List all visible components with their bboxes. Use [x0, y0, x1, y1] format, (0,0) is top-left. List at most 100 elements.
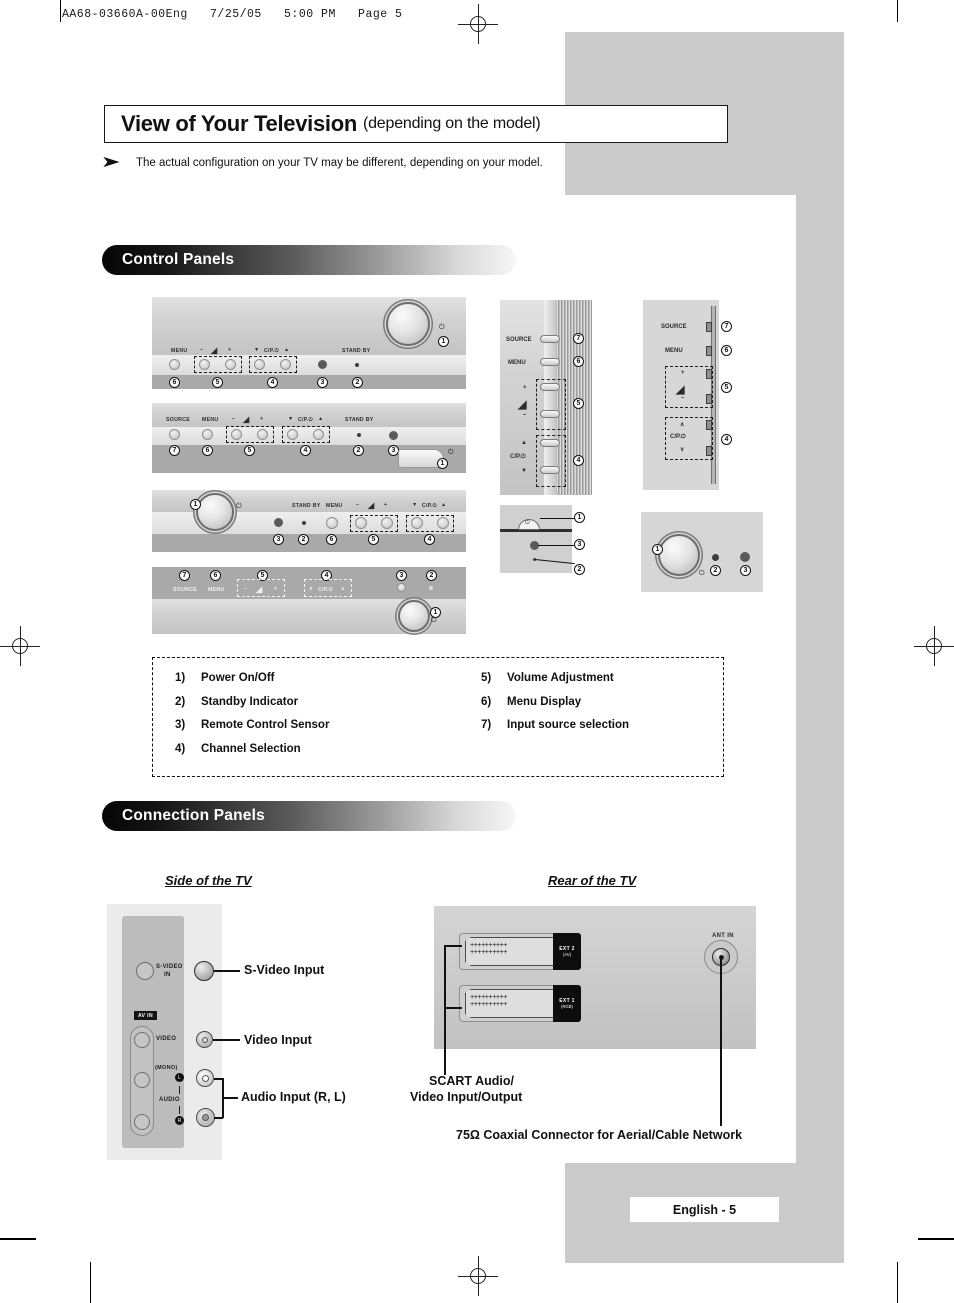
audio-input-left-connector[interactable] [196, 1069, 214, 1087]
page-number-label: English - 5 [672, 1202, 737, 1217]
registration-mark-top [458, 4, 498, 44]
channel-up-button[interactable] [437, 517, 449, 529]
volume-icon: ◢ [368, 501, 375, 510]
channel-down-button[interactable] [540, 466, 560, 474]
label-channel: C/P.⏻ [264, 348, 280, 354]
volume-up-button[interactable] [257, 429, 268, 440]
callout-1: 1 [438, 336, 449, 347]
callout-3: 3 [740, 565, 751, 576]
page-note: The actual configuration on your TV may … [136, 157, 543, 169]
legend-number: 4) [175, 742, 186, 755]
source-button[interactable] [540, 335, 560, 343]
volume-down-button[interactable] [540, 410, 560, 418]
volume-down-button[interactable] [199, 359, 210, 370]
source-button[interactable] [706, 322, 712, 332]
label-channel-up: ▲ [521, 440, 527, 446]
volume-down-button[interactable] [231, 429, 242, 440]
legend-number: 3) [175, 719, 186, 731]
registration-mark-right [914, 626, 954, 666]
leader-video [213, 1039, 240, 1041]
callout-5: 5 [368, 534, 379, 545]
label-menu: MENU [202, 417, 219, 423]
callout-6: 6 [210, 570, 221, 581]
audio-right-badge: R [175, 1116, 184, 1125]
callout-5: 5 [573, 398, 584, 409]
power-symbol-icon: ⏻ [431, 617, 437, 624]
power-knob[interactable] [398, 600, 430, 632]
control-panel-diagram-c: 1 ⏻ STAND BY MENU – ◢ + ▼ C/P.⏻ ▲ 3 2 6 … [152, 490, 466, 552]
video-jack-outline [134, 1032, 150, 1048]
label-volume-plus: + [228, 347, 232, 353]
power-knob[interactable] [658, 534, 700, 576]
power-knob[interactable] [386, 302, 430, 346]
volume-up-button[interactable] [381, 517, 393, 529]
channel-down-button[interactable] [254, 359, 265, 370]
audio-left-badge: L [175, 1073, 184, 1082]
control-panel-diagram-d: 7 6 5 4 3 2 SOURCE MENU – ◢ + ∨ C/P.⏻ ∧ … [152, 567, 466, 634]
menu-button[interactable] [169, 359, 180, 370]
channel-down-button[interactable] [287, 429, 298, 440]
channel-up-button[interactable] [280, 359, 291, 370]
channel-down-button[interactable] [706, 446, 712, 456]
ext1-tab: EXT 1 (RGB) [553, 985, 581, 1022]
legend-number: 2) [175, 695, 186, 708]
channel-down-button[interactable] [411, 517, 423, 529]
legend-label: Remote Control Sensor [201, 719, 330, 731]
label-volume-minus: – [356, 502, 360, 508]
callout-4: 4 [267, 377, 278, 388]
standby-indicator [302, 521, 306, 525]
legend-column-right: 5) Volume Adjustment 6) Menu Display 7) … [481, 672, 629, 743]
page-footer: English - 5 [630, 1197, 779, 1222]
callout-3: 3 [396, 570, 407, 581]
power-knob[interactable] [196, 493, 234, 531]
channel-up-button[interactable] [540, 439, 560, 447]
remote-sensor [389, 431, 398, 440]
callout-1: 1 [574, 512, 585, 523]
legend-label: Channel Selection [201, 742, 301, 755]
label-menu: MENU [326, 503, 343, 509]
callout-5: 5 [721, 382, 732, 393]
standby-indicator [357, 433, 361, 437]
ext1-scart-pins: ++++++++++ ++++++++++ [470, 994, 508, 1009]
label-menu: MENU [665, 348, 683, 354]
audio-input-right-connector[interactable] [196, 1108, 215, 1127]
svideo-label-line2: IN [164, 972, 171, 978]
channel-up-button[interactable] [706, 420, 712, 430]
audio-label: AUDIO [159, 1097, 180, 1103]
volume-up-button[interactable] [225, 359, 236, 370]
volume-down-button[interactable] [706, 394, 712, 404]
svideo-input-connector[interactable] [194, 961, 214, 981]
svideo-jack-outline [136, 962, 154, 980]
note-arrow-icon: ➤ [100, 154, 121, 171]
callout-7: 7 [573, 333, 584, 344]
scart-caption-line2: Video Input/Output [410, 1090, 523, 1104]
volume-up-button[interactable] [540, 383, 560, 391]
legend-number: 1) [175, 672, 186, 684]
source-button[interactable] [169, 429, 180, 440]
menu-button[interactable] [540, 358, 560, 366]
remote-sensor [318, 360, 327, 369]
volume-up-button[interactable] [706, 369, 712, 379]
ext2-scart-pins: ++++++++++ ++++++++++ [470, 942, 508, 957]
ext2-tab: EXT 2 (AV) [553, 933, 581, 970]
callout-4: 4 [300, 445, 311, 456]
legend-number: 6) [481, 695, 492, 708]
audio-input-label: Audio Input (R, L) [241, 1090, 346, 1104]
legend-label: Input source selection [507, 719, 630, 731]
leader-line-1 [540, 518, 574, 519]
channel-up-button[interactable] [313, 429, 324, 440]
legend-number: 5) [481, 672, 492, 684]
label-standby: STAND BY [342, 348, 371, 354]
leader-audio-top [214, 1078, 223, 1080]
audio-left-jack-outline [134, 1072, 150, 1088]
callout-6: 6 [202, 445, 213, 456]
volume-down-button[interactable] [355, 517, 367, 529]
menu-button[interactable] [202, 429, 213, 440]
legend-item: 6) Menu Display [481, 696, 629, 708]
menu-button[interactable] [326, 517, 338, 529]
ext1-type: (RGB) [561, 1004, 573, 1009]
label-channel-up: ▲ [284, 347, 290, 353]
section-header-connection-panels: Connection Panels [102, 801, 516, 831]
video-input-connector[interactable] [196, 1031, 213, 1048]
menu-button[interactable] [706, 346, 712, 356]
